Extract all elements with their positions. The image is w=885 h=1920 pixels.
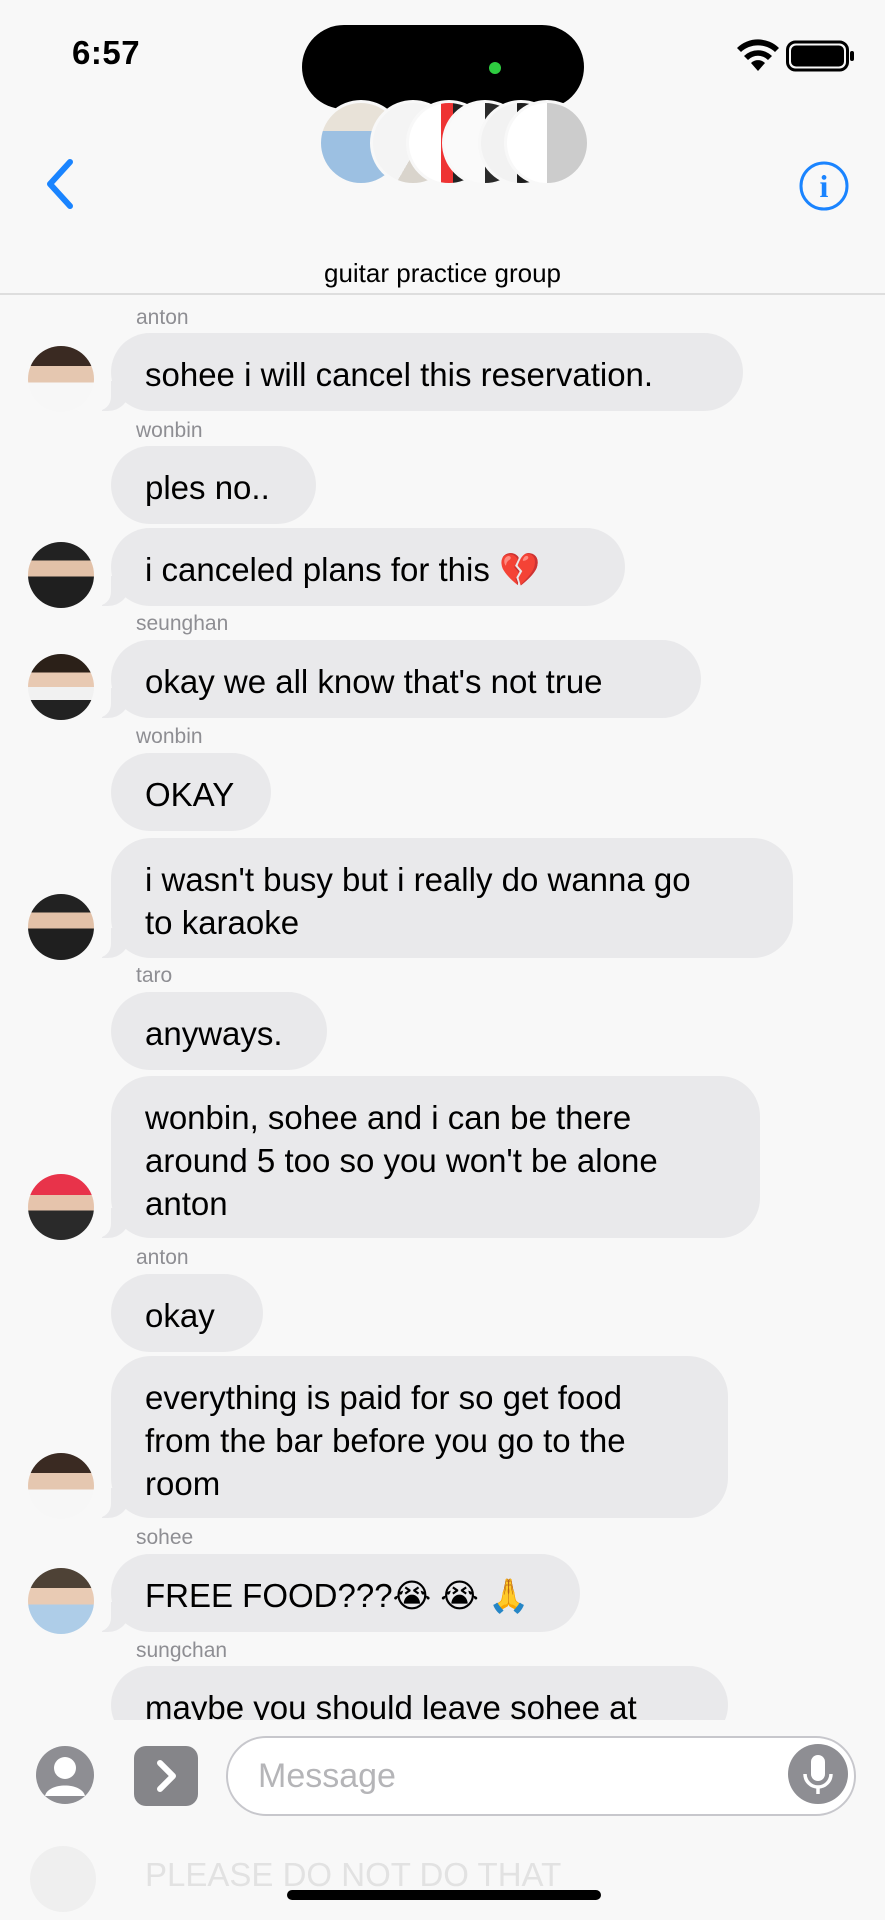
avatar-sohee[interactable] xyxy=(28,1568,94,1634)
message-thread[interactable]: anton sohee i will cancel this reservati… xyxy=(0,296,885,1720)
sender-name: wonbin xyxy=(136,725,203,748)
message-text: i canceled plans for this 💔 xyxy=(145,551,541,588)
avatar-anton[interactable] xyxy=(28,1453,94,1519)
avatar-seunghan[interactable] xyxy=(28,654,94,720)
message-text: i wasn't busy but i really do wanna go xyxy=(145,861,691,898)
message-text: OKAY xyxy=(145,776,235,813)
person-glyph xyxy=(45,1757,85,1796)
sender-name: sungchan xyxy=(136,1639,228,1662)
message-text: FREE FOOD???😭 😭 🙏 xyxy=(145,1577,530,1614)
avatar-wonbin[interactable] xyxy=(28,542,94,608)
chevron-right-icon[interactable] xyxy=(134,1746,198,1806)
message-text: from the bar before you go to the xyxy=(145,1422,626,1459)
avatar-taro[interactable] xyxy=(28,1174,94,1240)
info-circle-icon[interactable]: i xyxy=(798,160,850,212)
message-text: okay xyxy=(145,1297,215,1334)
message-text: everything is paid for so get food xyxy=(145,1379,622,1416)
avatar-wonbin[interactable] xyxy=(28,894,94,960)
message-bubble[interactable]: maybe you should leave sohee at xyxy=(111,1666,728,1720)
message-bubble[interactable]: anyways. xyxy=(111,992,327,1070)
svg-text:i: i xyxy=(820,168,829,204)
message-text: anton xyxy=(145,1185,228,1222)
avatar-anton[interactable] xyxy=(28,346,94,412)
mic-glyph xyxy=(803,1755,833,1794)
microphone-icon[interactable] xyxy=(788,1744,848,1804)
sender-name: anton xyxy=(136,306,189,329)
message-bubble[interactable]: i canceled plans for this 💔 xyxy=(89,528,625,606)
message-text: around 5 too so you won't be alone xyxy=(145,1142,658,1179)
chevron-left-icon[interactable] xyxy=(40,156,80,212)
message-text: room xyxy=(145,1465,221,1502)
message-bubble[interactable]: okay we all know that's not true xyxy=(89,640,701,718)
message-bubble[interactable]: i wasn't busy but i really do wanna go t… xyxy=(89,838,793,958)
wifi-icon xyxy=(737,39,779,71)
battery-icon xyxy=(786,40,854,72)
message-bubble[interactable]: wonbin, sohee and i can be there around … xyxy=(89,1076,760,1238)
message-text: anyways. xyxy=(145,1015,283,1052)
sender-name: sohee xyxy=(136,1526,194,1549)
privacy-dot xyxy=(489,62,501,74)
message-bubble[interactable]: okay xyxy=(111,1274,263,1352)
sender-name: anton xyxy=(136,1246,189,1269)
sender-name: seunghan xyxy=(136,612,229,635)
scrolled-avatar xyxy=(30,1846,96,1912)
sender-name: taro xyxy=(136,964,173,987)
message-input[interactable] xyxy=(226,1736,856,1816)
message-bubble[interactable]: FREE FOOD???😭 😭 🙏 xyxy=(89,1554,580,1632)
message-bubble[interactable]: OKAY xyxy=(111,753,271,831)
compose-bar: PLEASE DO NOT DO THAT xyxy=(0,1720,885,1920)
message-text: okay we all know that's not true xyxy=(145,663,603,700)
message-bubble[interactable]: everything is paid for so get food from … xyxy=(89,1356,728,1518)
group-title: guitar practice group xyxy=(323,258,562,288)
person-circle-icon[interactable] xyxy=(36,1746,94,1804)
message-text: wonbin, sohee and i can be there xyxy=(145,1099,632,1136)
message-text: sohee i will cancel this reservation. xyxy=(145,356,654,393)
message-text: to karaoke xyxy=(145,904,300,941)
status-time: 6:57 xyxy=(72,34,141,71)
dynamic-island xyxy=(302,25,584,109)
message-text: maybe you should leave sohee at xyxy=(145,1689,637,1720)
group-avatar-stack[interactable] xyxy=(318,100,590,190)
conversation-header: 6:57 i guitar practice group xyxy=(0,0,885,295)
home-indicator[interactable] xyxy=(287,1890,601,1900)
scrolled-message-text: PLEASE DO NOT DO THAT xyxy=(145,1856,562,1893)
chevron-glyph xyxy=(157,1760,176,1792)
message-text: ples no.. xyxy=(145,469,270,506)
message-bubble[interactable]: sohee i will cancel this reservation. xyxy=(89,333,743,411)
message-bubble[interactable]: ples no.. xyxy=(111,446,316,524)
sender-name: wonbin xyxy=(136,419,203,442)
group-member-avatar xyxy=(504,100,590,186)
